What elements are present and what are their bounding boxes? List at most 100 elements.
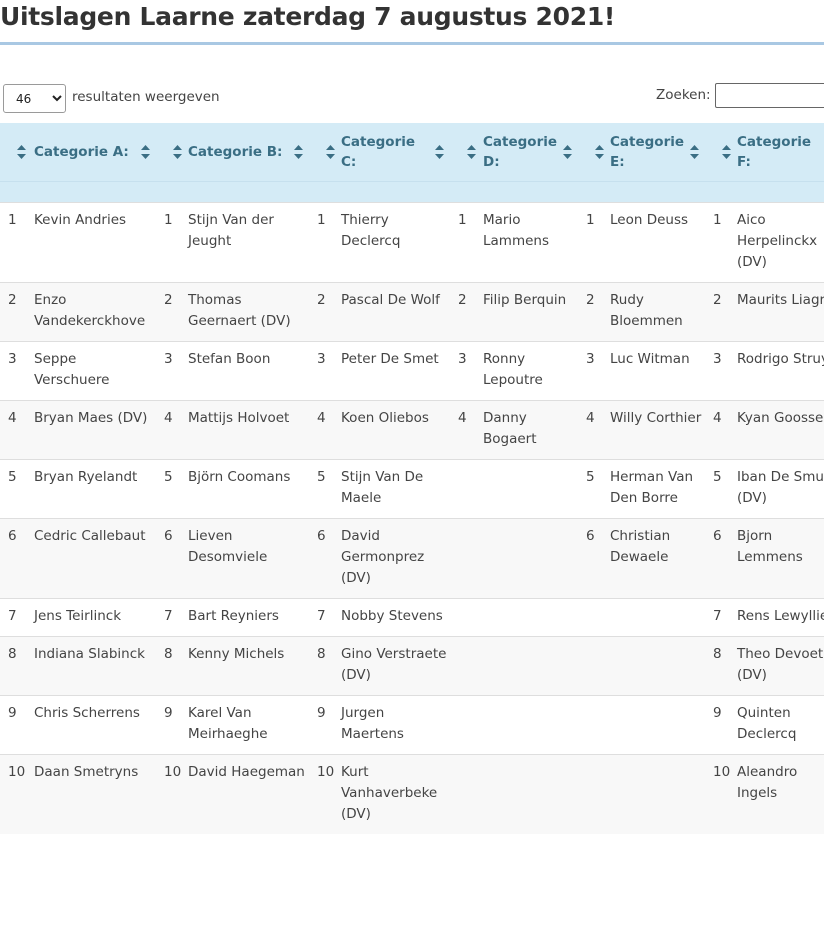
column-header-categorie[interactable]: Categorie E:	[610, 123, 705, 182]
rank-cell	[578, 598, 610, 637]
name-cell: Herman Van Den Borre	[610, 459, 705, 519]
name-cell: Rens Lewyllie	[737, 598, 824, 637]
table-row: 9 Chris Scherrens 9 Karel Van Meirhaeghe 9 Ju…	[0, 695, 824, 755]
rank-cell: 1	[0, 202, 34, 283]
column-header-label: Categorie C:	[341, 134, 416, 170]
rank-column-header[interactable]	[156, 123, 188, 182]
title-divider	[0, 42, 824, 45]
name-cell: Willy Corthier	[610, 400, 705, 460]
name-cell: Christian Dewaele	[610, 518, 705, 599]
search-label: Zoeken:	[656, 87, 711, 103]
sort-icon	[690, 145, 699, 159]
rank-cell: 7	[0, 598, 34, 637]
page-length-select[interactable]: 46	[3, 84, 66, 113]
name-cell: Iban De Smul (DV)	[737, 459, 824, 519]
rank-cell: 2	[0, 282, 34, 342]
rank-column-header[interactable]	[309, 123, 341, 182]
rank-cell: 1	[156, 202, 188, 283]
rank-cell: 4	[705, 400, 737, 460]
column-header-categorie[interactable]: Categorie A:	[34, 123, 156, 182]
name-cell: Theo Devoet (DV)	[737, 636, 824, 696]
name-cell: Aleandro Ingels	[737, 754, 824, 834]
name-cell	[483, 695, 578, 755]
name-cell: Thierry Declercq	[341, 202, 450, 283]
name-cell: Mario Lammens	[483, 202, 578, 283]
rank-cell	[578, 636, 610, 696]
name-cell: Danny Bogaert	[483, 400, 578, 460]
name-cell	[483, 598, 578, 637]
rank-cell	[450, 695, 483, 755]
name-cell	[483, 459, 578, 519]
table-row: 6 Cedric Callebaut 6 Lieven Desomviele 6 Davi…	[0, 518, 824, 599]
sort-icon	[722, 145, 731, 159]
rank-column-header[interactable]	[450, 123, 483, 182]
name-cell: Thomas Geernaert (DV)	[188, 282, 309, 342]
rank-cell: 4	[0, 400, 34, 460]
name-cell: Kevin Andries	[34, 202, 156, 283]
rank-cell: 3	[309, 341, 341, 401]
name-cell: David Germonprez (DV)	[341, 518, 450, 599]
rank-cell: 4	[578, 400, 610, 460]
name-cell: Peter De Smet	[341, 341, 450, 401]
column-header-label: Categorie B:	[188, 144, 283, 160]
rank-cell: 6	[705, 518, 737, 599]
name-cell: Kenny Michels	[188, 636, 309, 696]
rank-cell: 5	[309, 459, 341, 519]
rank-cell: 1	[705, 202, 737, 283]
name-cell: Karel Van Meirhaeghe	[188, 695, 309, 755]
rank-cell: 7	[156, 598, 188, 637]
rank-cell: 9	[309, 695, 341, 755]
rank-cell: 10	[309, 754, 341, 834]
rank-cell: 8	[705, 636, 737, 696]
rank-column-header[interactable]	[578, 123, 610, 182]
name-cell: Bart Reyniers	[188, 598, 309, 637]
name-cell: Mattijs Holvoet	[188, 400, 309, 460]
column-header-categorie[interactable]: Categorie D:	[483, 123, 578, 182]
name-cell: Luc Witman	[610, 341, 705, 401]
name-cell: Pascal De Wolf	[341, 282, 450, 342]
column-header-categorie[interactable]: Categorie B:	[188, 123, 309, 182]
rank-cell: 3	[450, 341, 483, 401]
name-cell: David Haegeman	[188, 754, 309, 834]
name-cell: Ronny Lepoutre	[483, 341, 578, 401]
column-header-categorie[interactable]: Categorie F:	[737, 123, 824, 182]
rank-cell: 8	[0, 636, 34, 696]
table-row: 2 Enzo Vandekerckhove 2 Thomas Geernaert (D…	[0, 282, 824, 342]
rank-column-header[interactable]	[705, 123, 737, 182]
name-cell: Jurgen Maertens	[341, 695, 450, 755]
name-cell: Nobby Stevens	[341, 598, 450, 637]
rank-cell: 9	[705, 695, 737, 755]
rank-cell: 10	[705, 754, 737, 834]
rank-cell: 3	[578, 341, 610, 401]
sort-icon	[294, 145, 303, 159]
column-header-label: Categorie F:	[737, 134, 812, 170]
column-header-label: Categorie A:	[34, 144, 129, 160]
name-cell: Maurits Liagre	[737, 282, 824, 342]
name-cell	[610, 636, 705, 696]
rank-cell: 2	[156, 282, 188, 342]
name-cell: Bryan Maes (DV)	[34, 400, 156, 460]
name-cell: Stijn Van der Jeught	[188, 202, 309, 283]
rank-cell	[450, 636, 483, 696]
search-input[interactable]	[715, 83, 824, 108]
name-cell: Filip Berquin	[483, 282, 578, 342]
rank-cell	[450, 518, 483, 599]
rank-cell: 10	[0, 754, 34, 834]
sort-icon	[326, 145, 335, 159]
rank-column-header[interactable]	[0, 123, 34, 182]
table-row: 7 Jens Teirlinck 7 Bart Reyniers 7 Nobby Stev…	[0, 598, 824, 637]
table-subheader-row	[0, 181, 824, 203]
rank-cell: 6	[578, 518, 610, 599]
name-cell: Bjorn Lemmens	[737, 518, 824, 599]
table-header-row: Categorie A: Categorie B: Categorie C: Cate…	[0, 123, 824, 182]
sort-icon	[467, 145, 476, 159]
page-title: Uitslagen Laarne zaterdag 7 augustus 202…	[0, 2, 616, 31]
column-header-categorie[interactable]: Categorie C:	[341, 123, 450, 182]
name-cell: Chris Scherrens	[34, 695, 156, 755]
name-cell: Lieven Desomviele	[188, 518, 309, 599]
rank-cell: 4	[156, 400, 188, 460]
rank-cell: 5	[705, 459, 737, 519]
rank-cell: 6	[309, 518, 341, 599]
name-cell: Aico Herpelinckx (DV)	[737, 202, 824, 283]
rank-cell: 2	[450, 282, 483, 342]
